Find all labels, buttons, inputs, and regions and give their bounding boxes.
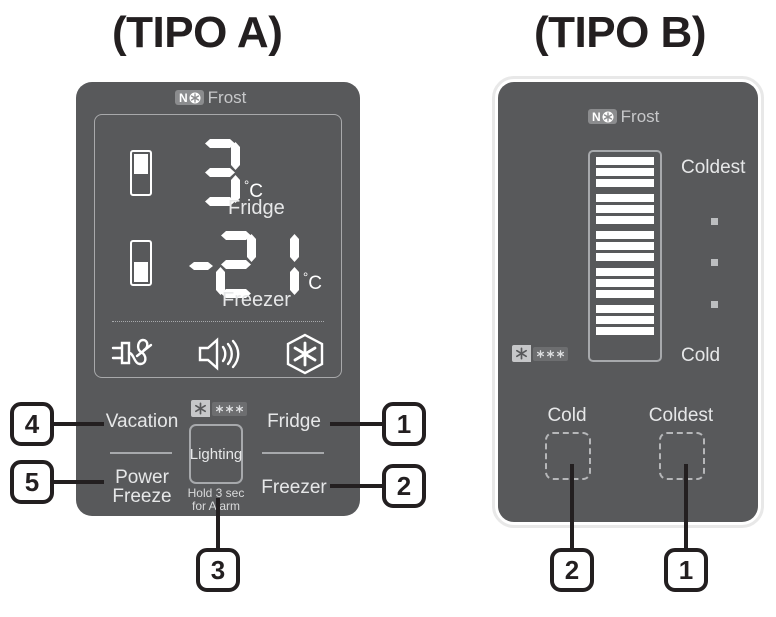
snowflake-icon (602, 111, 614, 122)
three-star-icon (212, 401, 247, 416)
callout-type-b-2: 2 (550, 548, 594, 592)
lighting-button[interactable]: Lighting (189, 424, 243, 484)
type-b-title: (TIPO B) (534, 8, 706, 57)
control-divider-right (262, 452, 324, 454)
callout-leader-line (570, 464, 574, 548)
lighting-button-label: Lighting (189, 445, 243, 463)
scale-dot (711, 259, 718, 266)
star-icon (191, 400, 210, 417)
callout-leader-line (216, 498, 220, 548)
no-frost-word: Frost (620, 107, 660, 126)
callout-4: 4 (10, 402, 54, 446)
callout-3: 3 (196, 548, 240, 592)
power-freeze-button[interactable]: Power Freeze (100, 468, 184, 506)
callout-leader-line (330, 422, 382, 426)
callout-leader-line (684, 464, 688, 548)
scale-label-coldest: Coldest (681, 157, 746, 178)
star-rating-badge (191, 400, 247, 417)
scale-dot (711, 218, 718, 225)
status-icon-row (110, 332, 326, 376)
cold-button-label: Cold (547, 405, 587, 426)
control-divider-left (110, 452, 172, 454)
illustration-canvas: (TIPO A) (TIPO B) N Frost °C Fridge °C F… (0, 0, 776, 617)
callout-type-b-1: 1 (664, 548, 708, 592)
callout-leader-line (54, 480, 104, 484)
freezer-label: Freezer (222, 289, 291, 311)
three-star-icon (533, 346, 568, 361)
callout-2: 2 (382, 464, 426, 508)
power-plug-unplugged-icon (111, 338, 153, 366)
snowflake-icon (189, 92, 201, 103)
callout-5: 5 (10, 460, 54, 504)
no-frost-letter: N (179, 90, 188, 105)
coldest-button[interactable] (659, 432, 705, 480)
vacation-button[interactable]: Vacation (100, 412, 184, 431)
freezer-compartment-icon (130, 240, 152, 286)
scale-dot (711, 301, 718, 308)
seven-segment-minus (188, 231, 214, 299)
no-frost-letter: N (592, 109, 601, 124)
callout-leader-line (54, 422, 104, 426)
no-frost-logo: N Frost (175, 89, 246, 106)
no-frost-word: Frost (207, 88, 247, 107)
fridge-compartment-icon (130, 150, 152, 196)
no-frost-logo: N Frost (588, 108, 659, 125)
star-icon (512, 345, 531, 362)
fridge-label: Fridge (228, 197, 285, 219)
display-divider (112, 321, 324, 322)
callout-leader-line (330, 484, 382, 488)
speaker-alarm-icon (198, 337, 240, 371)
coldest-button-label: Coldest (648, 405, 714, 426)
snowflake-hexagon-icon (286, 333, 324, 375)
callout-1: 1 (382, 402, 426, 446)
temperature-bargraph-icon (588, 150, 662, 362)
star-rating-badge (512, 345, 568, 362)
type-a-title: (TIPO A) (112, 8, 283, 57)
scale-label-cold: Cold (681, 345, 721, 366)
cold-button[interactable] (545, 432, 591, 480)
no-frost-badge: N (175, 90, 204, 105)
no-frost-badge: N (588, 109, 617, 124)
fridge-button[interactable]: Fridge (252, 412, 336, 431)
freezer-button[interactable]: Freezer (252, 478, 336, 497)
freezer-temperature-unit: °C (303, 269, 322, 294)
